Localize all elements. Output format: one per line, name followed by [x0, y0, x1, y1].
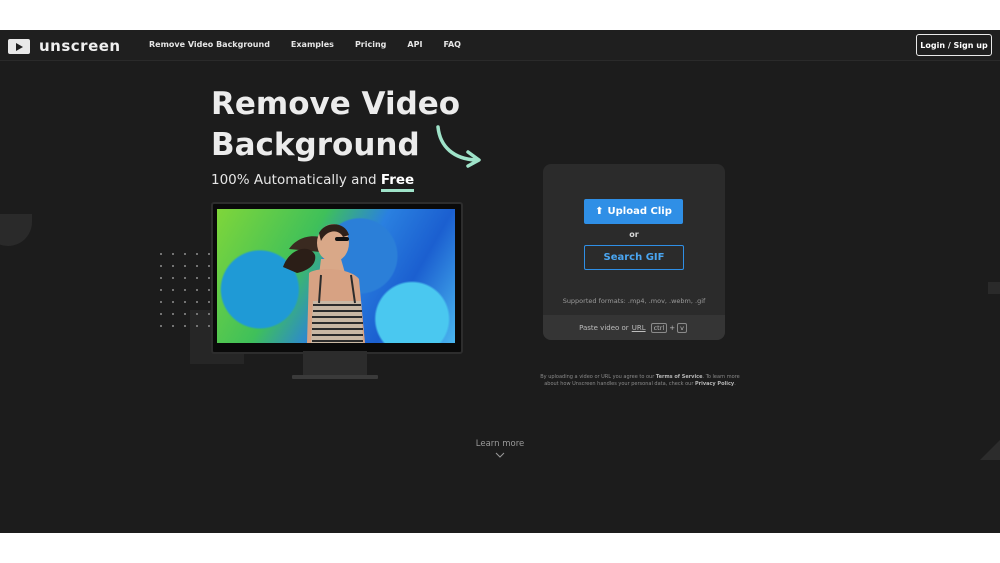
upload-icon: ⬆	[595, 206, 604, 217]
ctrl-key: ctrl	[650, 322, 668, 333]
monitor-stand	[303, 351, 367, 375]
demo-video-screen	[217, 209, 455, 343]
search-gif-button[interactable]: Search GIF	[584, 245, 684, 270]
v-key: v	[677, 322, 687, 333]
curved-arrow-icon	[436, 125, 481, 168]
paste-url-link[interactable]: URL	[632, 324, 646, 332]
login-signup-button[interactable]: Login / Sign up	[916, 34, 992, 56]
decorative-triangle	[980, 440, 1000, 460]
brand-name: unscreen	[39, 37, 121, 55]
key-plus: +	[669, 323, 676, 332]
nav-link-remove-background[interactable]: Remove Video Background	[149, 40, 270, 49]
nav-link-faq[interactable]: FAQ	[443, 40, 461, 49]
hero-subtitle-emphasis: Free	[380, 172, 415, 192]
hero-title: Remove Video Background	[211, 84, 460, 166]
upload-panel: ⬆ Upload Clip or Search GIF Supported fo…	[543, 164, 725, 340]
upload-clip-button[interactable]: ⬆ Upload Clip	[584, 199, 683, 224]
hero-subtitle: 100% Automatically and Free	[211, 172, 415, 192]
hero-subtitle-text: 100% Automatically and	[211, 172, 381, 188]
monitor-preview	[211, 202, 463, 354]
paste-url-bar[interactable]: Paste video or URL ctrl + v	[543, 315, 725, 340]
nav-links: Remove Video Background Examples Pricing…	[149, 40, 482, 49]
hero-title-line2: Background	[211, 127, 420, 163]
learn-more-link[interactable]: Learn more	[460, 439, 540, 449]
decorative-half-circle	[0, 214, 32, 246]
woman-figure	[283, 224, 365, 343]
paste-prefix: Paste video or	[579, 323, 629, 332]
upload-clip-label: Upload Clip	[607, 206, 672, 217]
decorative-dot-grid	[155, 248, 217, 328]
nav-link-examples[interactable]: Examples	[291, 40, 334, 49]
privacy-policy-link[interactable]: Privacy Policy	[695, 381, 734, 387]
or-separator: or	[629, 230, 639, 239]
nav-link-api[interactable]: API	[407, 40, 422, 49]
terms-of-service-link[interactable]: Terms of Service	[656, 374, 703, 380]
supported-formats: Supported formats: .mp4, .mov, .webm, .g…	[562, 297, 706, 305]
top-navbar: unscreen Remove Video Background Example…	[0, 30, 1000, 61]
hero-title-line1: Remove Video	[211, 86, 461, 122]
brand-logo[interactable]: unscreen	[8, 37, 121, 55]
page-stage: unscreen Remove Video Background Example…	[0, 30, 1000, 533]
decorative-square	[988, 282, 1000, 294]
nav-link-pricing[interactable]: Pricing	[355, 40, 386, 49]
terms-text-1: By uploading a video or URL you agree to…	[540, 374, 656, 380]
terms-notice: By uploading a video or URL you agree to…	[536, 374, 744, 388]
play-window-icon	[8, 38, 30, 54]
monitor-base	[292, 375, 378, 379]
terms-text-3: .	[734, 381, 736, 387]
chevron-down-icon[interactable]	[495, 452, 505, 458]
